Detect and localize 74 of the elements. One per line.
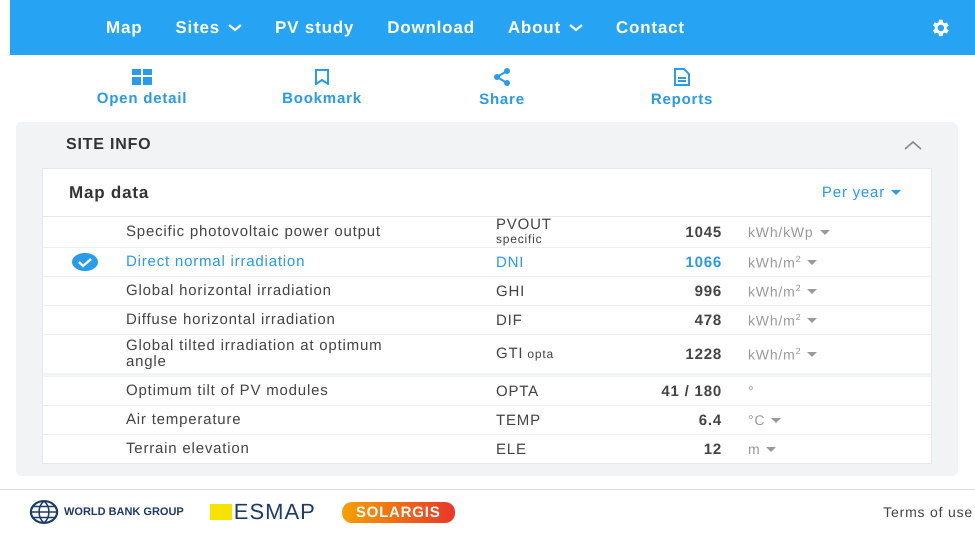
data-row[interactable]: Global horizontal irradiation GHI 996 kWh/m$^{2}$ xyxy=(43,277,931,306)
caret-icon[interactable] xyxy=(807,288,818,294)
nav-link[interactable]: Map xyxy=(106,18,142,38)
globe-icon xyxy=(28,500,60,524)
unit-label: °C xyxy=(748,412,766,428)
nav-link[interactable]: Contact xyxy=(616,18,685,38)
share-icon xyxy=(492,68,512,86)
check-icon xyxy=(72,253,98,271)
caret-icon[interactable] xyxy=(807,352,818,356)
solargis-logo: SOLARGIS xyxy=(342,502,455,522)
row-value: 1045 xyxy=(684,224,722,240)
row-label: Global horizontal irradiation xyxy=(126,281,333,301)
data-row[interactable]: Global tilted irradiation at optimum angle GTI opta 1228 kWh/m$^{2}$ xyxy=(43,335,931,373)
nav-link[interactable]: Sites xyxy=(175,18,242,38)
row-value: 996 xyxy=(694,282,722,300)
caret-icon[interactable] xyxy=(807,260,818,264)
caret-icon[interactable] xyxy=(766,446,776,452)
card-title: Map data xyxy=(69,182,150,202)
row-value: 12 xyxy=(702,440,722,458)
row-code: PVOUT xyxy=(496,217,552,232)
unit-label: ° xyxy=(748,383,754,399)
data-row[interactable]: Specific photovoltaic power output PVOUT specific 1045 kWh/kWp xyxy=(43,217,931,248)
code-qualifier: opta xyxy=(527,347,554,362)
nav-link[interactable]: About xyxy=(508,18,583,38)
data-row[interactable]: Diffuse horizontal irradiation DIF 478 kWh/m$^{2}$ xyxy=(43,306,931,335)
nav-link[interactable]: Download xyxy=(387,18,475,38)
panel-title: SITE INFO xyxy=(66,136,152,154)
row-label: Optimum tilt of PV modules xyxy=(126,381,330,401)
data-row[interactable]: Terrain elevation ELE 12 m xyxy=(43,435,931,463)
grid-icon xyxy=(132,69,152,85)
caret-icon xyxy=(891,190,901,195)
period-dropdown[interactable]: Per year xyxy=(822,184,901,201)
row-code: TEMP xyxy=(496,412,541,428)
row-code: GTI xyxy=(496,346,524,361)
nav-link[interactable]: PV study xyxy=(275,18,354,38)
unit-label: kWh/m$^{2}$ xyxy=(748,254,802,270)
unit-label: m xyxy=(748,441,760,457)
data-row[interactable]: Air temperature TEMP 6.4 °C xyxy=(43,406,931,435)
terms-link[interactable]: Terms of use xyxy=(883,504,973,520)
world-bank-logo: WORLD BANK GROUP xyxy=(28,500,184,524)
row-value: 6.4 xyxy=(698,412,722,428)
data-row[interactable]: Optimum tilt of PV modules OPTA 41 / 180 ° xyxy=(43,377,931,406)
row-code: GHI xyxy=(496,284,526,298)
row-label: Terrain elevation xyxy=(126,439,251,459)
code-qualifier: specific xyxy=(496,232,544,247)
row-value: 478 xyxy=(694,312,722,328)
esmap-logo: ESMAP xyxy=(210,499,316,525)
unit-label: kWh/kWp xyxy=(748,224,814,240)
row-label: Global tilted irradiation at optimum angle xyxy=(126,336,384,372)
row-label: Direct normal irradiation xyxy=(126,252,306,272)
unit-label: kWh/m$^{2}$ xyxy=(748,346,802,362)
data-row[interactable]: Direct normal irradiation DNI 1066 kWh/m$^{2}$ xyxy=(43,248,931,277)
row-value: 1228 xyxy=(684,346,722,362)
row-value: 1066 xyxy=(684,254,722,270)
row-label: Air temperature xyxy=(126,410,242,430)
unit-label: kWh/m$^{2}$ xyxy=(748,312,802,328)
row-label: Specific photovoltaic power output xyxy=(126,222,382,242)
row-label: Diffuse horizontal irradiation xyxy=(126,310,337,330)
row-code: DIF xyxy=(496,312,523,328)
caret-icon[interactable] xyxy=(771,418,782,422)
unit-label: kWh/m$^{2}$ xyxy=(748,282,802,300)
row-code: ELE xyxy=(496,442,527,456)
chevron-up-icon[interactable] xyxy=(904,140,922,150)
toolbar-button[interactable]: Share xyxy=(412,68,592,108)
toolbar-button[interactable]: Bookmark xyxy=(232,69,412,107)
caret-icon[interactable] xyxy=(820,230,830,234)
document-icon xyxy=(674,68,690,86)
row-code: OPTA xyxy=(496,384,539,398)
toolbar-button[interactable]: Reports xyxy=(592,68,772,108)
row-value: 41 / 180 xyxy=(660,382,722,400)
caret-icon[interactable] xyxy=(807,318,818,322)
bookmark-icon xyxy=(314,69,330,85)
toolbar-button[interactable]: Open detail xyxy=(52,69,232,107)
row-code: DNI xyxy=(496,254,524,270)
